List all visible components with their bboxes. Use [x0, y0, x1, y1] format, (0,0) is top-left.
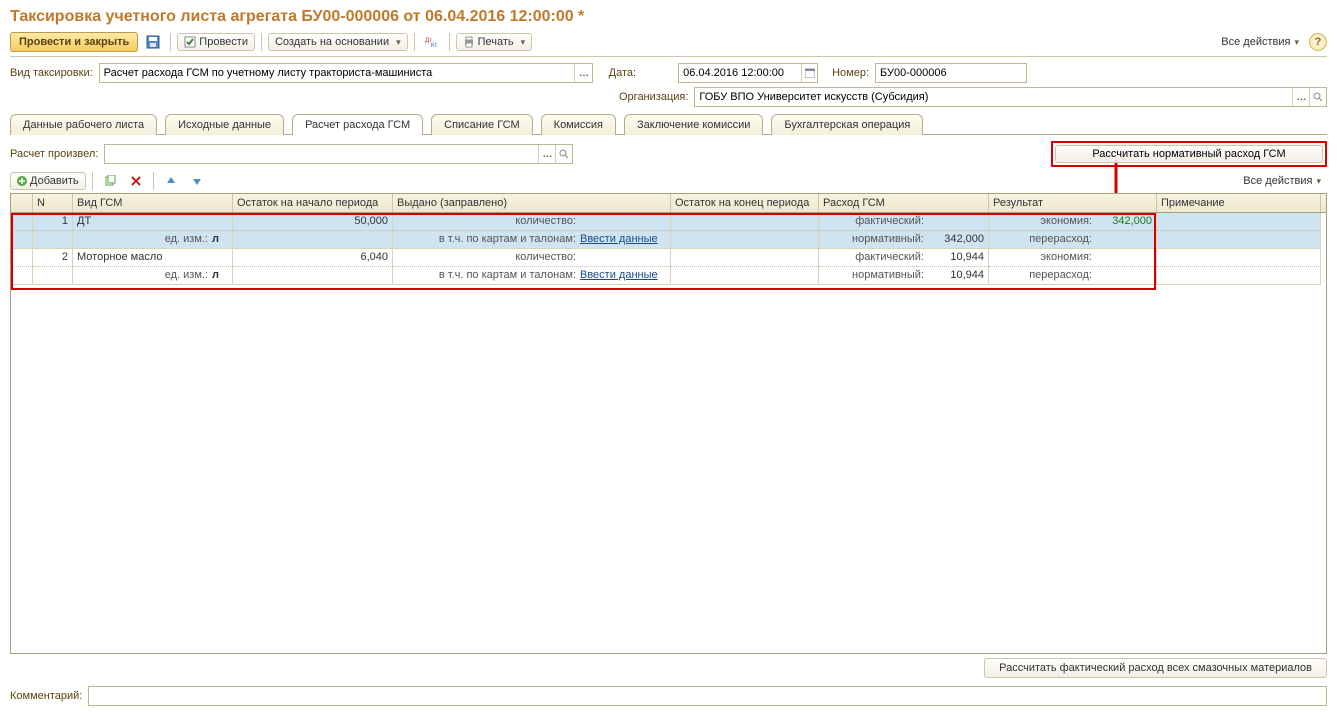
grid-all-actions-button[interactable]: Все действия	[1237, 173, 1327, 189]
calculated-by-label: Расчет произвел:	[10, 148, 98, 160]
org-select-button[interactable]: …	[1292, 88, 1309, 106]
col-consumption[interactable]: Расход ГСМ	[819, 194, 989, 212]
taxation-type-label: Вид таксировки:	[10, 67, 93, 79]
post-and-close-button[interactable]: Провести и закрыть	[10, 32, 138, 52]
printer-icon	[463, 36, 475, 48]
org-label: Организация:	[619, 91, 688, 103]
help-icon[interactable]: ?	[1309, 33, 1327, 51]
gsm-grid: N Вид ГСМ Остаток на начало периода Выда…	[10, 193, 1327, 654]
move-down-icon[interactable]	[186, 171, 208, 191]
save-icon[interactable]	[142, 32, 164, 52]
calculated-by-select[interactable]: …	[538, 145, 555, 163]
post-icon	[184, 36, 196, 48]
tab-worksheet-data[interactable]: Данные рабочего листа	[10, 114, 157, 135]
col-handle	[11, 194, 33, 212]
dtkt-icon[interactable]: ДтКт	[421, 32, 443, 52]
org-field[interactable]	[695, 88, 1291, 106]
number-label: Номер:	[832, 67, 869, 79]
col-end[interactable]: Остаток на конец периода	[671, 194, 819, 212]
calendar-icon[interactable]	[801, 64, 817, 82]
tab-commission[interactable]: Комиссия	[541, 114, 616, 135]
col-start[interactable]: Остаток на начало периода	[233, 194, 393, 212]
grid-header: N Вид ГСМ Остаток на начало периода Выда…	[11, 194, 1326, 213]
enter-data-link[interactable]: Ввести данные	[576, 233, 666, 246]
col-note[interactable]: Примечание	[1157, 194, 1321, 212]
move-up-icon[interactable]	[160, 171, 182, 191]
table-row[interactable]: 2 Моторное масло 6,040 количество: факти…	[11, 249, 1326, 285]
date-field[interactable]	[679, 64, 801, 82]
tab-source-data[interactable]: Исходные данные	[165, 114, 284, 135]
tab-gsm-calc[interactable]: Расчет расхода ГСМ	[292, 114, 423, 135]
col-issued[interactable]: Выдано (заправлено)	[393, 194, 671, 212]
plus-icon	[17, 176, 27, 186]
comment-field[interactable]	[88, 686, 1327, 706]
svg-text:Кт: Кт	[431, 43, 437, 48]
number-field[interactable]	[875, 63, 1027, 83]
tab-gsm-writeoff[interactable]: Списание ГСМ	[431, 114, 533, 135]
main-toolbar: Провести и закрыть Провести Создать на о…	[10, 32, 1327, 57]
copy-icon[interactable]	[99, 171, 121, 191]
comment-label: Комментарий:	[10, 690, 82, 702]
select-button[interactable]: …	[574, 64, 591, 82]
date-label: Дата:	[609, 67, 636, 79]
tab-bar: Данные рабочего листа Исходные данные Ра…	[10, 113, 1327, 135]
table-row[interactable]: 1 ДТ 50,000 количество: фактический: эко…	[11, 213, 1326, 249]
page-title: Таксировка учетного листа агрегата БУ00-…	[10, 8, 1327, 26]
calc-actual-lubricants-button[interactable]: Рассчитать фактический расход всех смазо…	[984, 658, 1327, 678]
create-on-basis-button[interactable]: Создать на основании	[268, 33, 408, 51]
taxation-type-field[interactable]	[100, 64, 575, 82]
all-actions-button[interactable]: Все действия	[1215, 34, 1305, 50]
org-search-icon[interactable]	[1309, 88, 1326, 106]
post-button[interactable]: Провести	[177, 33, 255, 51]
print-button[interactable]: Печать	[456, 33, 533, 51]
tab-accounting[interactable]: Бухгалтерская операция	[771, 114, 923, 135]
col-type[interactable]: Вид ГСМ	[73, 194, 233, 212]
col-result[interactable]: Результат	[989, 194, 1157, 212]
delete-icon[interactable]	[125, 171, 147, 191]
tab-conclusion[interactable]: Заключение комиссии	[624, 114, 763, 135]
calculate-normative-button[interactable]: Рассчитать нормативный расход ГСМ	[1055, 145, 1323, 163]
add-row-button[interactable]: Добавить	[10, 172, 86, 190]
calculated-by-search-icon[interactable]	[555, 145, 572, 163]
calculated-by-field[interactable]	[105, 145, 538, 163]
enter-data-link[interactable]: Ввести данные	[576, 269, 666, 282]
col-n[interactable]: N	[33, 194, 73, 212]
